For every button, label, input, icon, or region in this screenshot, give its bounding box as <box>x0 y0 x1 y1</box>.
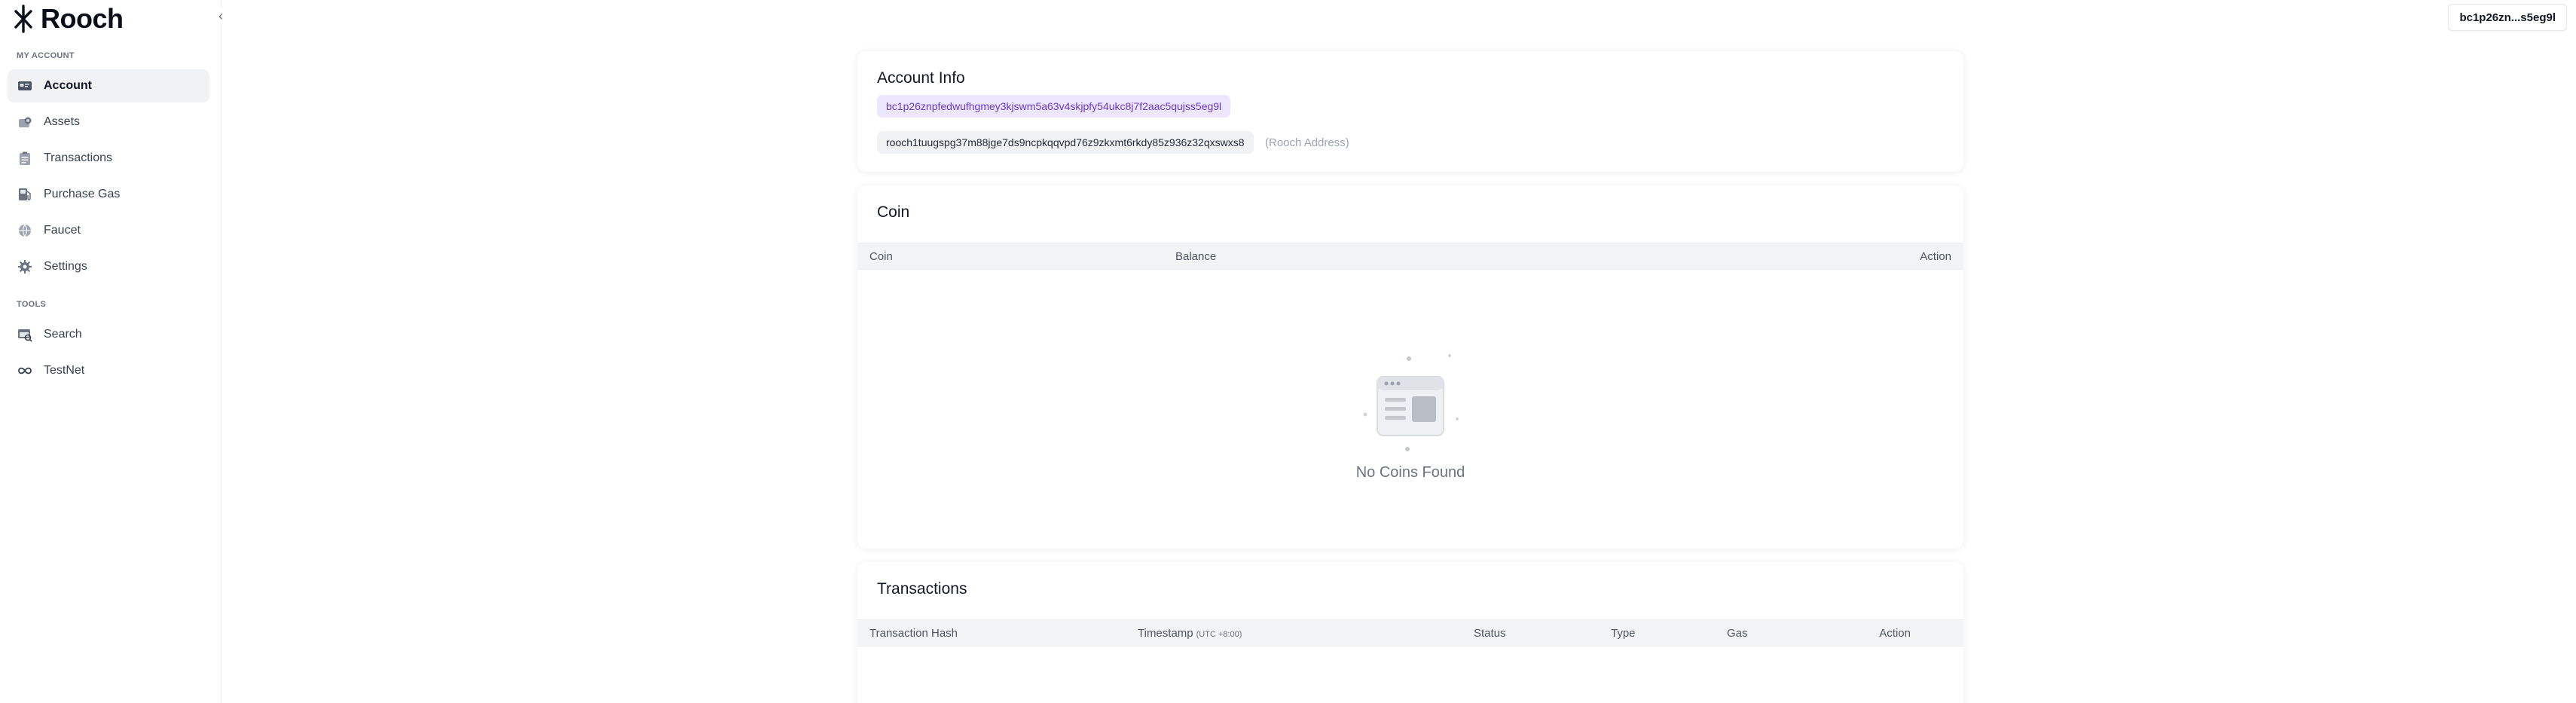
sidebar-item-label: Faucet <box>44 224 81 237</box>
sidebar-item-assets[interactable]: Assets <box>8 105 209 139</box>
column-header-action: Action <box>1879 627 1911 640</box>
column-header-status: Status <box>1474 627 1506 640</box>
sidebar-item-label: Purchase Gas <box>44 188 121 200</box>
column-header-gas: Gas <box>1727 627 1748 640</box>
timestamp-label: Timestamp <box>1138 627 1193 640</box>
sidebar-item-settings[interactable]: Settings <box>8 250 209 283</box>
coin-table-header: Coin Balance Action <box>857 243 1963 270</box>
btc-address-chip[interactable]: bc1p26znpfedwufhgmey3kjswm5a63v4skjpfy54… <box>877 95 1231 118</box>
sidebar-item-account[interactable]: Account <box>8 69 209 102</box>
column-header-type: Type <box>1611 627 1636 640</box>
sidebar-item-faucet[interactable]: Faucet <box>8 214 209 247</box>
rooch-address-label: (Rooch Address) <box>1265 136 1349 149</box>
section-label-my-account: MY ACCOUNT <box>17 51 75 60</box>
account-info-title: Account Info <box>877 69 965 87</box>
empty-state-text: No Coins Found <box>1355 464 1465 481</box>
sidebar-item-label: Settings <box>44 260 87 273</box>
search-browser-icon <box>17 326 33 343</box>
account-info-card: Account Info bc1p26znpfedwufhgmey3kjswm5… <box>857 51 1963 172</box>
sidebar-item-label: TestNet <box>44 364 85 377</box>
settings-gear-icon <box>17 258 33 275</box>
column-header-balance: Balance <box>1175 250 1217 263</box>
chevron-left-icon: ‹ <box>218 8 223 23</box>
section-label-tools: TOOLS <box>17 300 47 309</box>
rooch-logo[interactable]: Rooch <box>14 3 124 35</box>
timezone-label: (UTC +8:00) <box>1196 630 1242 639</box>
column-header-coin: Coin <box>869 250 893 263</box>
sidebar-item-transactions[interactable]: Transactions <box>8 142 209 175</box>
sidebar-item-label: Account <box>44 79 92 92</box>
sidebar-item-testnet[interactable]: TestNet <box>8 354 209 387</box>
sidebar-item-label: Assets <box>44 115 81 128</box>
empty-state-illustration-icon <box>1363 354 1459 451</box>
column-header-transaction-hash: Transaction Hash <box>869 627 958 640</box>
gas-pump-icon <box>17 186 33 203</box>
transactions-title: Transactions <box>877 580 967 598</box>
rooch-logo-icon <box>14 5 32 33</box>
transactions-table-header: Transaction Hash Timestamp (UTC +8:00) St… <box>857 619 1963 646</box>
faucet-globe-icon <box>17 222 33 239</box>
coin-card: Coin Coin Balance Action No Coins Found <box>857 185 1963 549</box>
wallet-address-button[interactable]: bc1p26zn...s5eg9l <box>2448 4 2567 31</box>
assets-coins-icon <box>17 114 33 130</box>
sidebar: Rooch ‹ MY ACCOUNT Account Assets Transa… <box>0 0 229 703</box>
column-header-timestamp: Timestamp (UTC +8:00) <box>1138 620 1242 647</box>
rooch-address-chip[interactable]: rooch1tuugspg37m88jge7ds9ncpkqqvpd76z9zk… <box>877 131 1254 154</box>
collapse-sidebar-button[interactable]: ‹ <box>212 8 229 24</box>
column-header-action: Action <box>1920 250 1951 263</box>
coin-title: Coin <box>877 203 910 221</box>
sidebar-item-label: Search <box>44 328 82 341</box>
sidebar-item-label: Transactions <box>44 151 112 164</box>
sidebar-item-purchase-gas[interactable]: Purchase Gas <box>8 178 209 211</box>
sidebar-item-search[interactable]: Search <box>8 318 209 351</box>
brand-name: Rooch <box>41 3 124 34</box>
transactions-card: Transactions Transaction Hash Timestamp(… <box>857 562 1963 703</box>
account-card-icon <box>17 78 33 94</box>
transactions-clipboard-icon <box>17 150 33 167</box>
network-infinity-icon <box>17 362 33 379</box>
